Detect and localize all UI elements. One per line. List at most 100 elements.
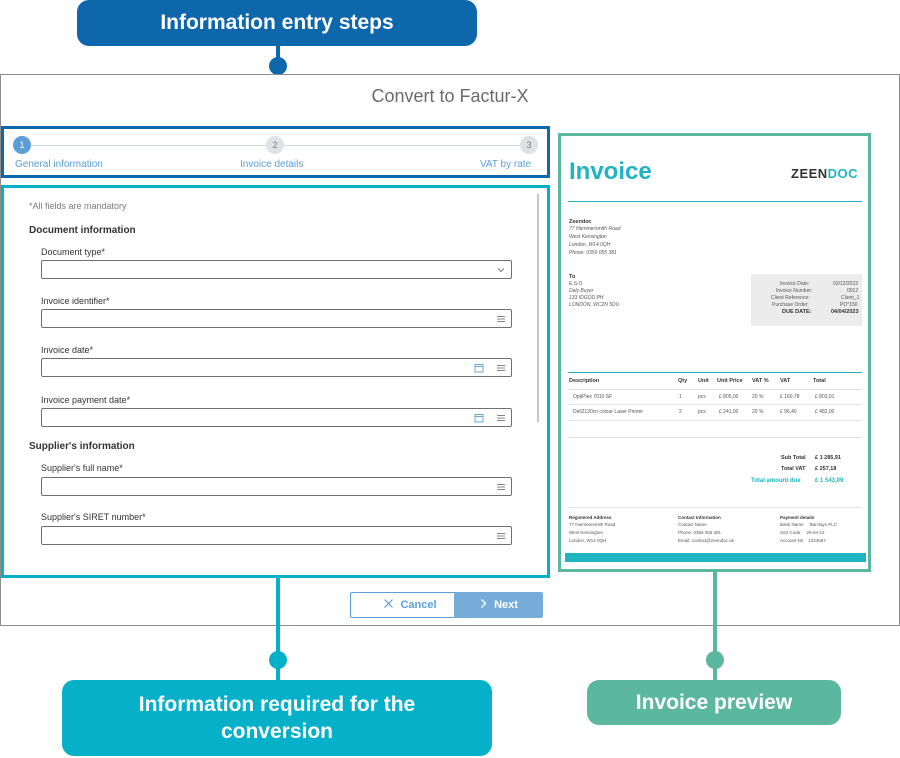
subtotal-label: Sub Total — [781, 455, 806, 461]
footer-line: Email: contact@zeendoc.uk — [678, 538, 734, 543]
footer-title: Contact Information — [678, 515, 721, 520]
document-type-select[interactable] — [41, 260, 512, 279]
supplier-siret-input[interactable] — [41, 526, 512, 545]
invoice-date-label: Invoice date* — [41, 345, 94, 355]
close-icon — [383, 598, 394, 612]
invoice-title: Invoice — [569, 158, 652, 185]
callout-preview-text: Invoice preview — [635, 690, 793, 714]
table-header: Unit Price — [717, 378, 743, 384]
total-vat-value: £ 257,18 — [815, 466, 837, 472]
document-type-label: Document type* — [41, 247, 106, 257]
step-3-label[interactable]: VAT by rate — [480, 159, 531, 170]
cancel-button-label: Cancel — [400, 599, 437, 611]
to-label: To — [569, 274, 576, 280]
footer-title: Payment details — [780, 515, 815, 520]
calendar-icon[interactable] — [473, 412, 484, 423]
summary-value: PO°150 — [840, 302, 858, 308]
callout-information-entry-steps: Information entry steps — [77, 0, 477, 46]
menu-lines-icon — [495, 362, 506, 373]
supplier-address-line: 77 Hammersmith Road — [569, 226, 621, 232]
table-cell: 20 % — [752, 394, 764, 400]
table-cell: pcs — [698, 409, 706, 415]
client-address-line: 133 IDGOD PH — [569, 295, 604, 301]
summary-label: Invoice Number: — [776, 288, 813, 294]
logo-text-right: DOC — [827, 166, 859, 181]
step-1-number: 1 — [19, 140, 25, 150]
table-cell: OptiPlex 7010 SF — [573, 394, 613, 400]
step-3-number: 3 — [526, 140, 532, 150]
table-cell: £ 96,40 — [780, 409, 797, 415]
table-top-rule — [568, 372, 862, 373]
table-header: VAT % — [752, 378, 769, 384]
menu-lines-icon — [495, 530, 506, 541]
total-vat-label: Total VAT — [781, 466, 806, 472]
table-header: Description — [569, 378, 600, 384]
chevron-down-icon — [495, 264, 506, 275]
zeendoc-logo: ZEENDOC — [791, 166, 858, 181]
supplier-full-name-label: Supplier's full name* — [41, 463, 123, 473]
logo-text-left: ZEEN — [791, 166, 828, 181]
summary-label: Client Reference: — [771, 295, 810, 301]
table-row-rule — [568, 404, 862, 405]
client-name: E.S.O — [569, 281, 583, 287]
client-address-line: LONDON, WC2N 5DU — [569, 302, 620, 308]
table-row-rule — [568, 437, 862, 438]
table-cell: pcs — [698, 394, 706, 400]
total-due-label: Total amount due — [751, 478, 801, 484]
footer-title: Registered Address — [569, 515, 612, 520]
table-header: VAT — [780, 378, 791, 384]
supplier-siret-label: Supplier's SIRET number* — [41, 512, 146, 522]
footer-line: Sort Code 20-64-12 — [780, 530, 825, 535]
table-row-rule — [568, 420, 862, 421]
table-cell: £ 160,78 — [780, 394, 800, 400]
cancel-button[interactable]: Cancel — [350, 592, 470, 618]
table-cell: £ 482,00 — [815, 409, 835, 415]
footer-line: Phone: 0356 055 381 — [678, 530, 722, 535]
summary-label: Purchase Order: — [772, 302, 809, 308]
form-scrollbar[interactable] — [537, 194, 539, 422]
invoice-date-input[interactable] — [41, 358, 512, 377]
invoice-payment-date-input[interactable] — [41, 408, 512, 427]
calendar-icon[interactable] — [473, 362, 484, 373]
supplier-full-name-input[interactable] — [41, 477, 512, 496]
summary-value: Client_1 — [841, 295, 860, 301]
invoice-identifier-label: Invoice identifier* — [41, 296, 110, 306]
step-3-circle[interactable]: 3 — [520, 136, 538, 154]
next-button[interactable]: Next — [454, 592, 543, 618]
step-2-circle[interactable]: 2 — [266, 136, 284, 154]
table-header-rule — [568, 389, 862, 390]
table-cell: £ 803,91 — [815, 394, 835, 400]
footer-line: London, W14 0QH — [569, 538, 607, 543]
dialog-title: Convert to Factur-X — [371, 86, 529, 106]
summary-label: Invoice Date: — [780, 281, 810, 287]
due-date-value: 04/04/2023 — [831, 309, 859, 315]
step-2-label[interactable]: Invoice details — [240, 159, 303, 170]
supplier-address-line: West Kensington — [569, 234, 607, 240]
callout-dot — [269, 57, 287, 75]
due-date-label: DUE DATE: — [782, 309, 812, 315]
callout-invoice-preview: Invoice preview — [587, 680, 841, 725]
invoice-footer-bar — [565, 553, 866, 562]
callout-information-required: Information required for the conversion — [62, 680, 492, 756]
table-cell: Dell2130cn colour Laser Printer — [573, 409, 644, 415]
invoice-identifier-input[interactable] — [41, 309, 512, 328]
total-due-value: £ 1 543,09 — [815, 478, 844, 484]
supplier-section-heading: Supplier's information — [29, 441, 135, 452]
table-cell: 20 % — [752, 409, 764, 415]
callout-dot — [706, 651, 724, 669]
client-address-line: Daly Buyer — [569, 288, 594, 294]
supplier-address-line: London, W14 0QH — [569, 242, 611, 248]
supplier-name: Zeendoc — [569, 219, 592, 225]
summary-value: 03/12/2023 — [833, 281, 859, 287]
annotated-screenshot: Information entry steps Convert to Factu… — [0, 0, 900, 758]
table-cell: £ 241,00 — [719, 409, 739, 415]
step-1-circle[interactable]: 1 — [13, 136, 31, 154]
footer-line: Contact Name — [678, 522, 707, 527]
subtotal-value: £ 1 285,91 — [815, 455, 841, 461]
callout-steps-text: Information entry steps — [160, 11, 394, 34]
supplier-phone: Phone: 0356 055 381 — [569, 250, 617, 256]
summary-value: 0012 — [847, 288, 859, 294]
footer-rule — [568, 507, 862, 508]
step-1-label[interactable]: General information — [15, 159, 103, 170]
table-cell: £ 805,00 — [719, 394, 739, 400]
